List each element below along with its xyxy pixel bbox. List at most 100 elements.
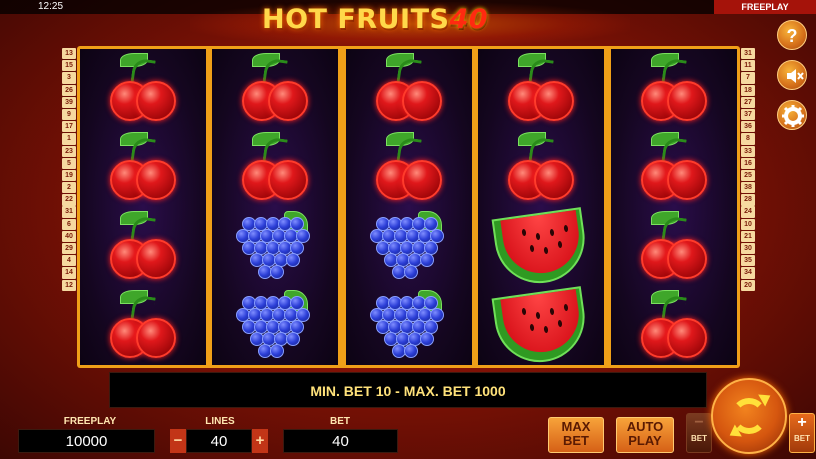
max-bet-button[interactable]: MAX BET (548, 417, 604, 453)
auto-play-line2: PLAY (628, 433, 662, 448)
payline-indicator: 29 (62, 243, 76, 255)
logo-text: HOT FRUITS (262, 4, 450, 35)
payline-indicator: 22 (62, 194, 76, 206)
cherry-symbol (80, 49, 206, 128)
bet-limits-message: MIN. BET 10 - MAX. BET 1000 (310, 383, 506, 399)
reel-4 (478, 49, 604, 368)
bet-label: BET (330, 416, 350, 427)
bet-decrease-button[interactable]: − BET (686, 413, 712, 453)
reel-1 (80, 49, 206, 365)
sound-button[interactable] (777, 60, 807, 90)
payline-indicators-left: 13 15 3 26 39 9 17 1 23 5 19 2 22 31 6 40 29 4 14 12 (62, 48, 76, 292)
cherry-symbol (346, 49, 472, 128)
cherry-symbol (611, 128, 737, 207)
cherry-symbol (611, 207, 737, 286)
max-bet-line1: MAX (561, 419, 591, 434)
cherry-symbol (80, 128, 206, 207)
cherry-symbol (346, 128, 472, 207)
payline-indicator: 33 (741, 145, 755, 157)
lines-value: 40 (186, 429, 252, 453)
payline-indicator: 18 (741, 84, 755, 96)
cherry-symbol (212, 128, 338, 207)
sound-muted-icon (787, 69, 804, 83)
payline-indicator: 6 (62, 218, 76, 230)
payline-indicator: 36 (741, 121, 755, 133)
bet-decrease-label: BET (691, 434, 707, 443)
payline-indicator: 35 (741, 255, 755, 267)
payline-indicators-right: 31 11 7 18 27 37 36 8 33 16 25 38 28 24 10 21 30 35 34 20 (741, 48, 755, 292)
payline-indicator: 10 (741, 218, 755, 230)
payline-indicator: 24 (741, 206, 755, 218)
payline-indicator: 15 (62, 60, 76, 72)
freeplay-label: FREEPLAY (63, 416, 117, 427)
payline-indicator: 39 (62, 96, 76, 109)
payline-indicator: 38 (741, 182, 755, 194)
payline-indicator: 9 (62, 108, 76, 121)
payline-indicator: 3 (62, 72, 76, 84)
game-logo: HOT FRUITS40 (262, 4, 488, 35)
lines-decrease-button[interactable]: − (170, 429, 186, 453)
clock: 12:25 (38, 1, 64, 12)
payline-indicator: 17 (62, 121, 76, 133)
gear-icon (782, 105, 804, 127)
grapes-symbol (212, 207, 338, 286)
payline-indicator: 14 (62, 267, 76, 279)
max-bet-line2: BET (563, 433, 589, 448)
cherry-symbol (80, 207, 206, 286)
payline-indicator: 4 (62, 255, 76, 267)
reel-2 (212, 49, 338, 365)
payline-indicator: 40 (62, 230, 76, 243)
grapes-symbol (346, 207, 472, 286)
payline-indicator: 31 (741, 48, 755, 60)
mode-badge: FREEPLAY (714, 0, 816, 14)
payline-indicator: 30 (741, 243, 755, 255)
bet-value: 40 (283, 429, 398, 453)
payline-indicator: 5 (62, 157, 76, 169)
reel-3 (346, 49, 472, 365)
reel-5 (611, 49, 737, 365)
payline-indicator: 26 (62, 84, 76, 96)
payline-indicator: 16 (741, 157, 755, 169)
payline-indicator: 21 (741, 230, 755, 243)
settings-button[interactable] (777, 100, 807, 130)
payline-indicator: 20 (741, 279, 755, 291)
payline-indicator: 8 (741, 133, 755, 145)
payline-indicator: 11 (741, 60, 755, 72)
cherry-symbol (611, 286, 737, 365)
help-icon: ? (786, 26, 798, 46)
cherry-symbol (80, 286, 206, 365)
balance-display: 10000 (18, 429, 155, 453)
lines-increase-button[interactable]: + (252, 429, 268, 453)
bet-increase-button[interactable]: + BET (789, 413, 815, 453)
payline-indicator: 28 (741, 194, 755, 206)
plus-icon: + (797, 414, 807, 431)
grapes-symbol (346, 286, 472, 365)
payline-indicator: 23 (62, 145, 76, 157)
payline-indicator: 13 (62, 48, 76, 60)
payline-indicator: 1 (62, 133, 76, 145)
payline-indicator: 25 (741, 169, 755, 182)
payline-indicator: 34 (741, 267, 755, 279)
payline-indicator: 7 (741, 72, 755, 84)
payline-indicator: 37 (741, 108, 755, 121)
watermelon-symbol (478, 286, 604, 368)
cherry-symbol (611, 49, 737, 128)
cherry-symbol (478, 128, 604, 207)
payline-indicator: 27 (741, 96, 755, 109)
spin-button[interactable] (711, 378, 787, 454)
auto-play-button[interactable]: AUTO PLAY (616, 417, 674, 453)
lines-label: LINES (205, 416, 235, 427)
info-bar: MIN. BET 10 - MAX. BET 1000 (109, 372, 707, 408)
watermelon-symbol (478, 207, 604, 289)
payline-indicator: 31 (62, 206, 76, 218)
help-button[interactable]: ? (777, 20, 807, 50)
cherry-symbol (478, 49, 604, 128)
logo-number: 40 (449, 4, 489, 35)
auto-play-line1: AUTO (626, 419, 664, 434)
payline-indicator: 19 (62, 169, 76, 182)
grapes-symbol (212, 286, 338, 365)
payline-indicator: 2 (62, 182, 76, 194)
cherry-symbol (212, 49, 338, 128)
payline-indicator: 12 (62, 279, 76, 291)
minus-icon: − (694, 414, 704, 431)
